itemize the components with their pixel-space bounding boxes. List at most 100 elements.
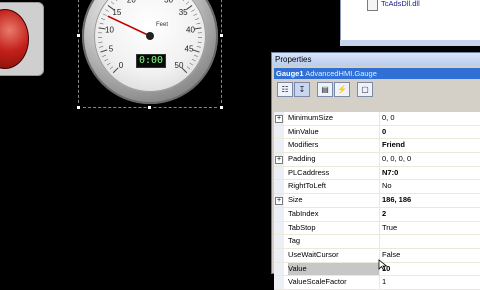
column-divider[interactable] [379, 112, 380, 125]
row-margin [274, 167, 284, 180]
gauge-tick [193, 14, 197, 16]
object-name: Gauge1 [276, 69, 304, 78]
gauge-tick [195, 18, 199, 19]
property-name: RightToLeft [288, 180, 380, 193]
property-name: TabIndex [288, 208, 380, 221]
expand-icon[interactable]: + [275, 156, 283, 164]
property-row[interactable]: MinValue0 [274, 126, 480, 140]
property-row[interactable]: TabIndex2 [274, 208, 480, 222]
properties-window: Properties Gauge1 AdvancedHMI.Gauge ☷ ↧ … [271, 52, 480, 274]
property-row[interactable]: + MinimumSize0, 0 [274, 112, 480, 126]
properties-toolbar: ☷ ↧ ▤ ⚡ ▢ [274, 81, 480, 97]
row-margin [274, 263, 284, 276]
property-name: Padding [288, 153, 380, 166]
property-row[interactable]: TabStopTrue [274, 222, 480, 236]
gauge-tick [186, 2, 189, 5]
designer-canvas[interactable]: 05101520253035404550Feet 0:00 TcAdsDll.d… [0, 0, 480, 270]
property-row[interactable]: +Size186, 186 [274, 194, 480, 208]
property-value[interactable]: 0 [382, 126, 480, 139]
row-margin [274, 126, 284, 139]
gauge-tick [194, 55, 198, 57]
stop-button-control[interactable] [0, 2, 44, 76]
column-divider[interactable] [379, 153, 380, 166]
gauge-tick [98, 42, 102, 43]
property-grid: + MinimumSize0, 0MinValue0ModifiersFriend… [274, 112, 480, 290]
gauge-tick [101, 18, 105, 19]
property-name: ValueScaleFactor [288, 276, 380, 289]
property-name: Modifiers [288, 139, 380, 152]
property-value[interactable]: True [382, 222, 480, 235]
gauge-tick [114, 0, 117, 1]
column-divider[interactable] [379, 222, 380, 235]
gauge-scale-label: 10 [105, 26, 114, 35]
object-type: AdvancedHMI.Gauge [305, 69, 377, 78]
row-margin [274, 249, 284, 262]
gauge-tick [190, 63, 193, 65]
gauge-tick [104, 59, 108, 61]
property-row[interactable]: ValueScaleFactor1 [274, 276, 480, 290]
gauge-tick [99, 46, 103, 47]
solution-item-dll[interactable]: TcAdsDll.dll [381, 0, 420, 8]
column-divider[interactable] [379, 208, 380, 221]
property-row[interactable]: Tag [274, 235, 480, 249]
property-value[interactable]: Friend [382, 139, 480, 152]
categorized-icon[interactable]: ☷ [277, 82, 293, 97]
expand-icon[interactable]: + [275, 115, 283, 123]
row-margin [274, 222, 284, 235]
property-row[interactable]: RightToLeftNo [274, 180, 480, 194]
property-row[interactable]: Value10 [274, 263, 480, 277]
gauge-scale-label: 20 [127, 0, 136, 4]
property-pages-icon[interactable]: ▢ [357, 82, 373, 97]
column-divider[interactable] [379, 126, 380, 139]
alphabetical-icon[interactable]: ↧ [294, 82, 310, 97]
property-value[interactable]: N7:0 [382, 167, 480, 180]
column-divider[interactable] [379, 194, 380, 207]
gauge-tick [191, 10, 194, 12]
property-row[interactable]: UseWaitCursorFalse [274, 249, 480, 263]
column-divider[interactable] [379, 180, 380, 193]
mouse-cursor-icon [378, 259, 390, 271]
gauge-control[interactable]: 05101520253035404550Feet 0:00 [78, 0, 222, 108]
property-value[interactable]: 0, 0, 0, 0 [382, 153, 480, 166]
property-value[interactable]: 0, 0 [382, 112, 480, 125]
properties-icon[interactable]: ▤ [317, 82, 333, 97]
property-row[interactable]: PLCaddressN7:0 [274, 167, 480, 181]
column-divider[interactable] [379, 276, 380, 289]
gauge-tick [100, 23, 104, 24]
gauge-tick [194, 28, 201, 29]
row-margin [274, 276, 284, 289]
gauge-scale-label: 30 [164, 0, 173, 4]
property-value[interactable]: False [382, 249, 480, 262]
property-name: MinimumSize [288, 112, 380, 125]
gauge-scale-label: 0 [119, 61, 124, 70]
gauge-units-label: Feet [156, 22, 168, 28]
lightning-icon[interactable]: ⚡ [334, 82, 350, 97]
property-value[interactable]: 10 [382, 263, 480, 276]
red-pushbutton[interactable] [0, 9, 29, 69]
property-value[interactable]: No [382, 180, 480, 193]
property-value[interactable]: 2 [382, 208, 480, 221]
property-value[interactable]: 1 [382, 276, 480, 289]
property-row[interactable]: + Padding0, 0, 0, 0 [274, 153, 480, 167]
gauge-scale-label: 5 [109, 45, 114, 54]
properties-title[interactable]: Properties [272, 53, 480, 66]
object-selector-dropdown[interactable]: Gauge1 AdvancedHMI.Gauge [274, 68, 480, 79]
property-name: TabStop [288, 222, 380, 235]
column-divider[interactable] [379, 235, 380, 248]
property-name: PLCaddress [288, 167, 380, 180]
gauge-scale-label: 45 [185, 45, 194, 54]
solution-scrollbar[interactable] [340, 40, 480, 46]
property-row[interactable]: ModifiersFriend [274, 139, 480, 153]
gauge-tick [111, 2, 114, 5]
column-divider[interactable] [379, 139, 380, 152]
property-value[interactable]: 186, 186 [382, 194, 480, 207]
expand-icon[interactable]: + [275, 197, 283, 205]
column-divider[interactable] [379, 167, 380, 180]
gauge-tick [105, 10, 108, 12]
solution-explorer-panel: TcAdsDll.dll [340, 0, 480, 42]
property-name: Value [288, 263, 380, 276]
gauge-tick [183, 0, 186, 1]
gauge-tick [193, 50, 200, 52]
gauge-scale-label: 40 [186, 26, 195, 35]
file-reference-icon [367, 0, 378, 11]
